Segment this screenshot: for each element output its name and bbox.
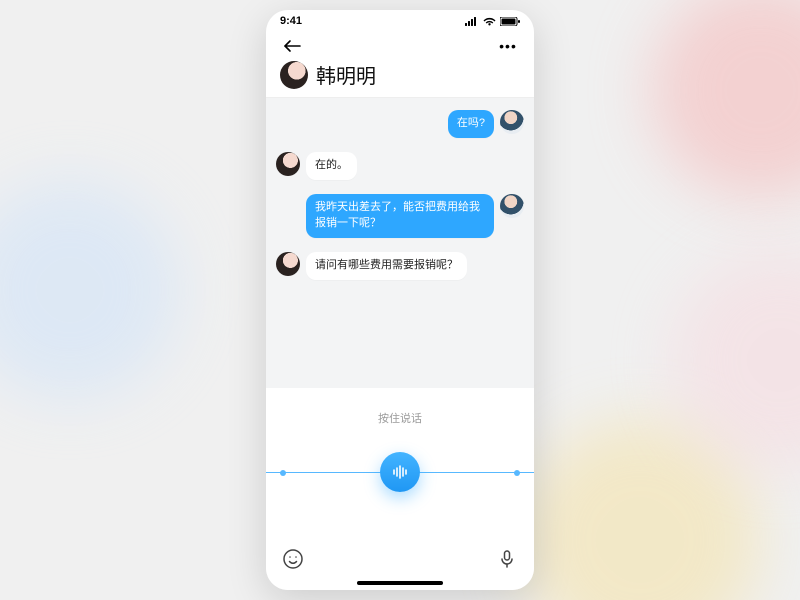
voice-record-button[interactable] (380, 452, 420, 492)
message-bubble[interactable]: 在吗? (448, 110, 494, 138)
wifi-icon (483, 17, 496, 26)
message-bubble[interactable]: 我昨天出差去了，能否把费用给我报销一下呢？ (306, 194, 494, 238)
more-icon[interactable]: ••• (496, 34, 520, 58)
message-row: 我昨天出差去了，能否把费用给我报销一下呢？ (276, 194, 524, 238)
microphone-icon[interactable] (496, 548, 518, 570)
my-avatar[interactable] (500, 110, 524, 134)
page-background: 9:41 ••• (0, 0, 800, 600)
contact-name: 韩明明 (316, 60, 376, 89)
home-indicator[interactable] (357, 581, 443, 585)
chat-header: ••• 韩明明 (266, 32, 534, 98)
status-time: 9:41 (280, 15, 302, 27)
message-row: 请问有哪些费用需要报销呢？ (276, 252, 524, 280)
my-avatar[interactable] (500, 194, 524, 218)
voice-input-panel: 按住说话 (266, 388, 534, 590)
their-avatar[interactable] (276, 152, 300, 176)
bg-blob (0, 180, 180, 400)
message-list[interactable]: 在吗? 在的。 我昨天出差去了，能否把费用给我报销一下呢？ 请问有哪些费用需要报… (266, 98, 534, 388)
status-bar: 9:41 (266, 10, 534, 32)
emoji-icon[interactable] (282, 548, 304, 570)
their-avatar[interactable] (276, 252, 300, 276)
voice-hint: 按住说话 (378, 410, 422, 426)
battery-icon (500, 17, 520, 26)
message-row: 在吗? (276, 110, 524, 138)
back-icon[interactable] (280, 34, 304, 58)
signal-icon (465, 17, 479, 26)
bg-blob (650, 0, 800, 200)
message-bubble[interactable]: 在的。 (306, 152, 357, 180)
message-bubble[interactable]: 请问有哪些费用需要报销呢？ (306, 252, 467, 280)
message-row: 在的。 (276, 152, 524, 180)
contact-avatar[interactable] (280, 61, 308, 89)
phone-frame: 9:41 ••• (266, 10, 534, 590)
voice-waveline (266, 452, 534, 492)
voice-wave-icon (391, 463, 409, 481)
